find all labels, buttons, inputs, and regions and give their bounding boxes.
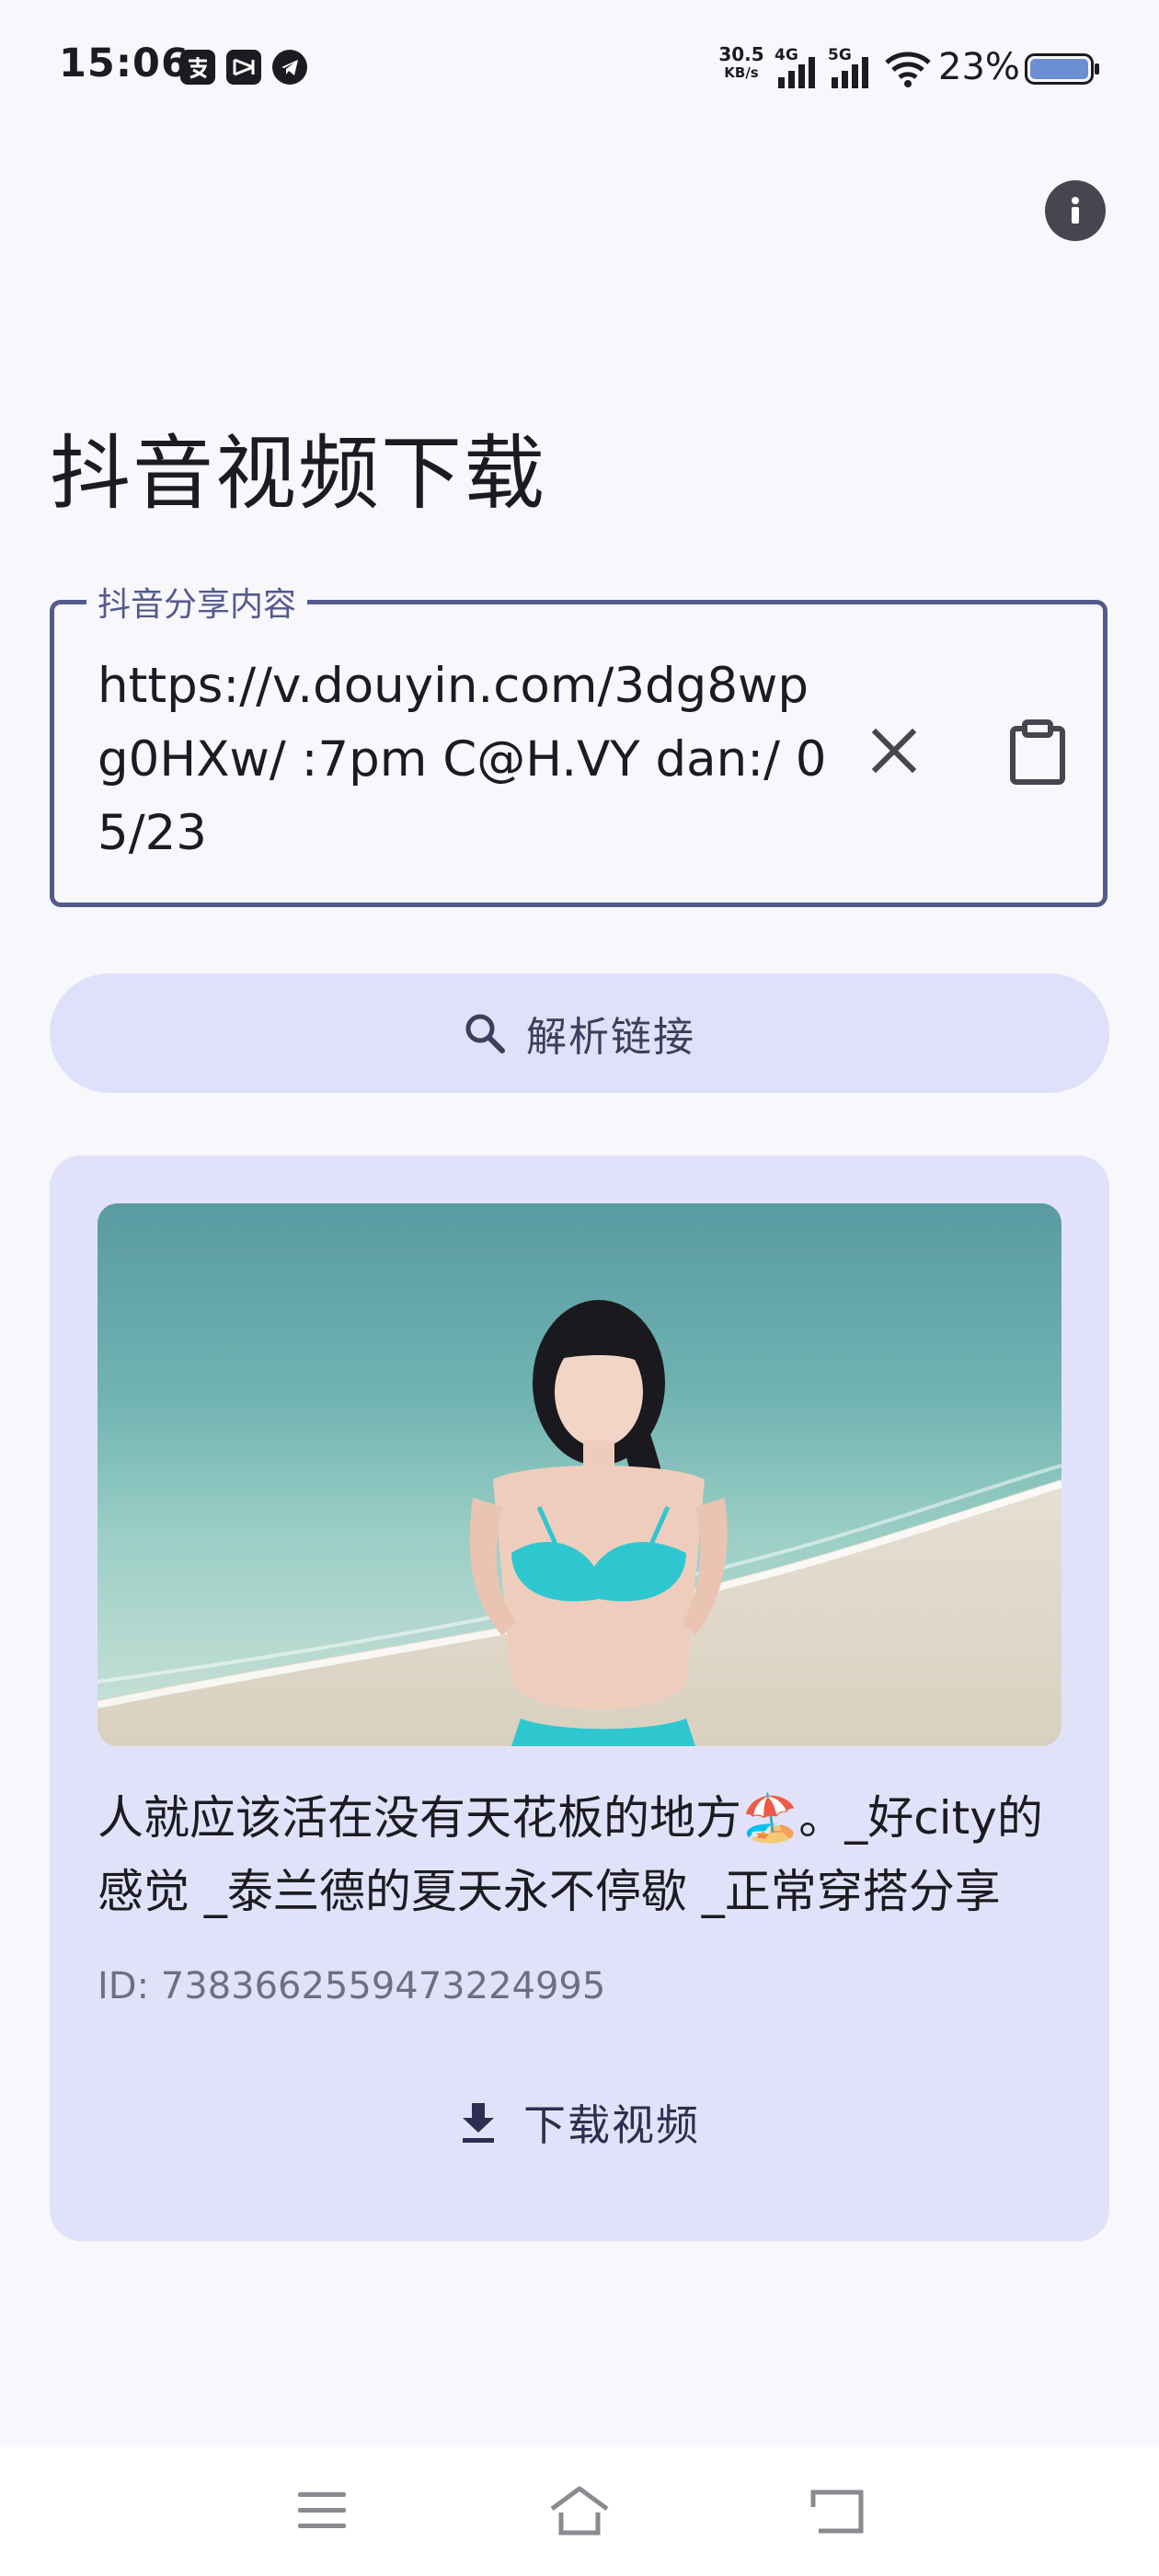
- clipboard-icon: [1010, 719, 1065, 785]
- video-id: ID: 7383662559473224995: [98, 1965, 606, 2007]
- video-title: 人就应该活在没有天花板的地方🏖️。_好city的感觉 _泰兰德的夏天永不停歇 _…: [98, 1791, 1043, 1918]
- status-time: 15:06: [59, 40, 189, 86]
- paste-button[interactable]: [1003, 718, 1073, 788]
- wifi-icon: [885, 52, 931, 87]
- page-title: 抖音视频下载: [50, 426, 547, 521]
- parse-link-label: 解析链接: [526, 1014, 695, 1061]
- video-thumbnail[interactable]: [98, 1203, 1061, 1746]
- battery-icon: [1025, 53, 1099, 85]
- parse-link-button[interactable]: 解析链接: [50, 973, 1109, 1093]
- share-content-input[interactable]: [98, 650, 833, 870]
- search-icon: [465, 1014, 505, 1053]
- download-video-label: 下载视频: [523, 2100, 700, 2150]
- info-icon: [1072, 197, 1079, 224]
- network-speed: 30.5 KB/s: [718, 43, 764, 81]
- alipay-icon: [180, 50, 215, 85]
- telegram-icon: [272, 50, 307, 85]
- menu-icon: [298, 2492, 346, 2528]
- capcut-icon: [226, 50, 261, 85]
- battery-percent: 23%: [938, 46, 1020, 88]
- info-button[interactable]: [1045, 180, 1106, 241]
- clear-button[interactable]: [865, 721, 924, 780]
- signal-2-icon: [832, 57, 868, 88]
- back-button[interactable]: [800, 2478, 874, 2543]
- menu-button[interactable]: [285, 2478, 359, 2543]
- signal-1-icon: [778, 57, 815, 88]
- share-content-label: 抖音分享内容: [86, 578, 308, 626]
- close-icon: [871, 728, 917, 774]
- download-video-button[interactable]: 下载视频: [368, 2081, 791, 2164]
- home-icon: [550, 2486, 609, 2536]
- download-icon: [463, 2103, 494, 2143]
- home-button[interactable]: [543, 2478, 616, 2543]
- back-icon: [810, 2490, 864, 2534]
